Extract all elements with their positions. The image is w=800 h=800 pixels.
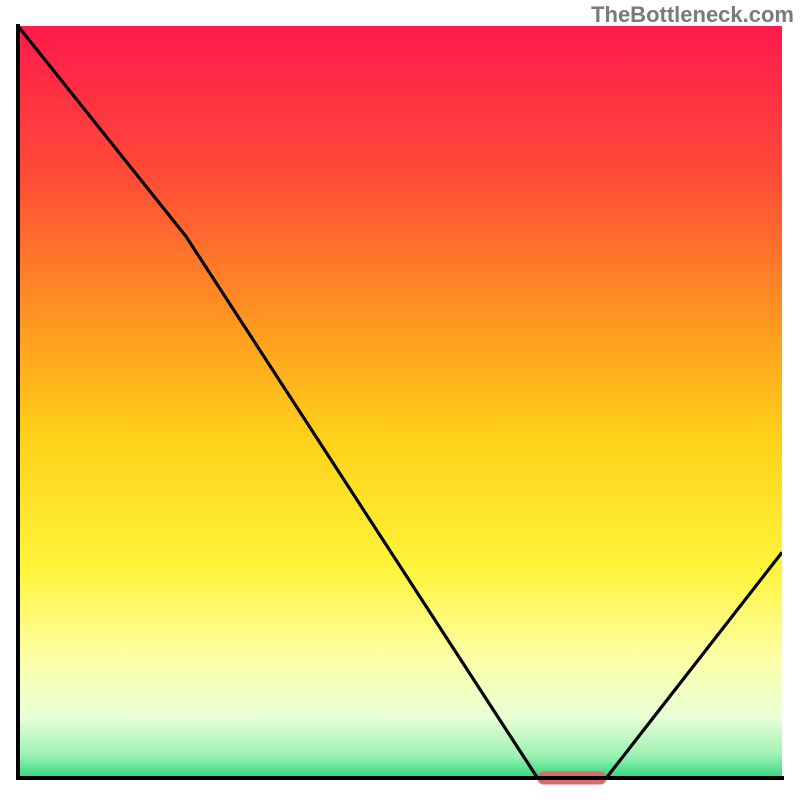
plot-background [18,26,782,778]
attribution-text: TheBottleneck.com [591,2,794,28]
chart-container: TheBottleneck.com [0,0,800,800]
bottleneck-chart [0,0,800,800]
